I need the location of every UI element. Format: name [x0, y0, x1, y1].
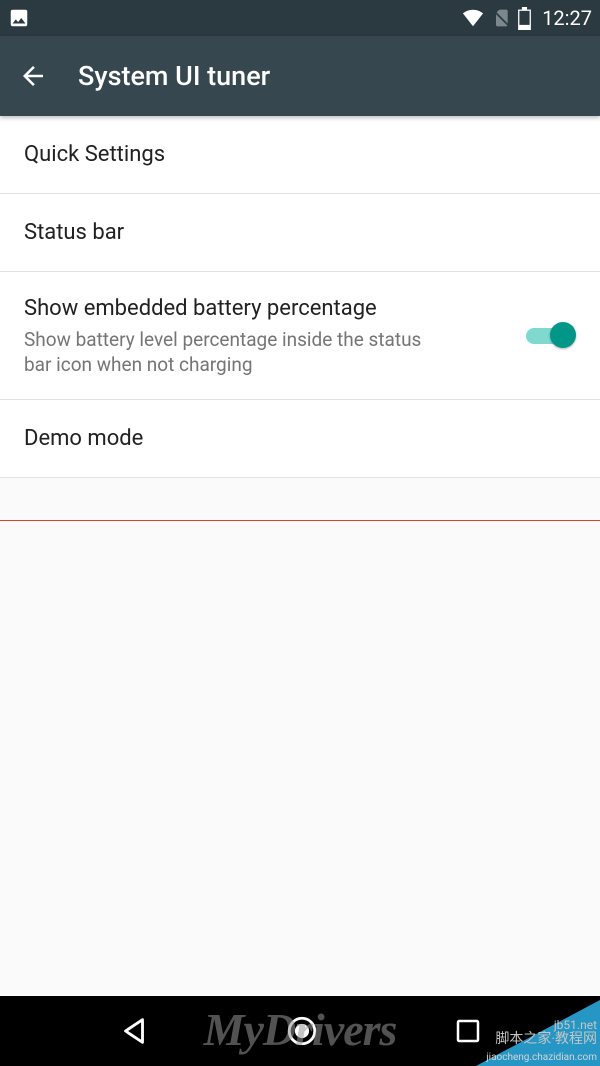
nav-home-button[interactable] [285, 1014, 319, 1048]
notification-image-icon [8, 7, 30, 29]
back-button[interactable] [18, 61, 48, 91]
battery-icon: 21 [517, 7, 532, 30]
android-status-bar: 21 12:27 [0, 0, 600, 36]
app-bar-title: System UI tuner [78, 60, 270, 92]
item-demo-mode[interactable]: Demo mode [0, 400, 600, 478]
android-nav-bar [0, 996, 600, 1066]
app-bar: System UI tuner [0, 36, 600, 116]
status-clock: 12:27 [542, 6, 592, 30]
item-title: Status bar [24, 218, 576, 248]
battery-level-text: 21 [517, 12, 532, 21]
no-sim-icon [491, 7, 511, 29]
nav-back-button[interactable] [117, 1014, 151, 1048]
settings-list: Quick Settings Status bar Show embedded … [0, 116, 600, 478]
item-title: Show embedded battery percentage [24, 294, 506, 324]
item-quick-settings[interactable]: Quick Settings [0, 116, 600, 194]
nav-recents-button[interactable] [453, 1016, 483, 1046]
item-description: Show battery level percentage inside the… [24, 327, 444, 377]
wifi-icon [461, 7, 485, 29]
item-status-bar[interactable]: Status bar [0, 194, 600, 272]
item-title: Demo mode [24, 424, 576, 454]
divider-line [0, 520, 600, 521]
item-battery-percentage[interactable]: Show embedded battery percentage Show ba… [0, 272, 600, 400]
item-title: Quick Settings [24, 140, 576, 170]
switch-thumb [550, 322, 576, 348]
battery-pct-toggle[interactable] [526, 321, 576, 349]
